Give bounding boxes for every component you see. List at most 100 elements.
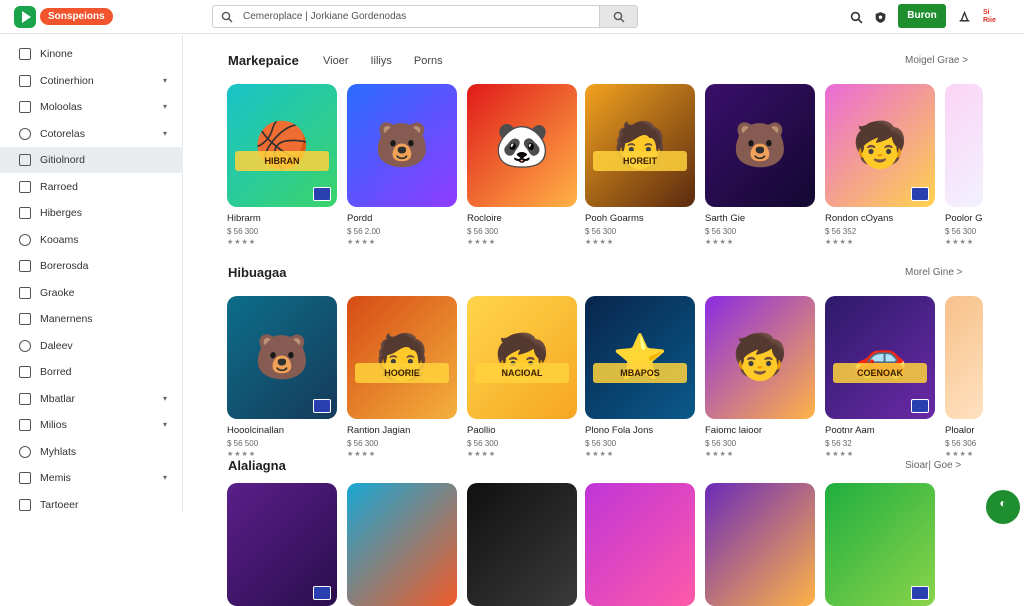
app-card[interactable]: 🧑 HOREIT Pooh Goarms $ 56 300 ★★★★: [585, 84, 695, 246]
sidebar-item[interactable]: Kinone: [0, 41, 183, 67]
sidebar-item[interactable]: Gitiolnord: [0, 147, 183, 173]
app-thumbnail[interactable]: 🐻: [705, 84, 815, 207]
app-card[interactable]: 🐼 Rocloire $ 56 300 ★★★★: [467, 84, 577, 246]
app-thumbnail[interactable]: 🧑 HOORIE: [347, 296, 457, 419]
app-card[interactable]: 🧒 Faiomc laioor $ 56 300 ★★★★: [705, 296, 815, 458]
floating-chat-button[interactable]: ◐: [986, 490, 1020, 524]
app-price: $ 56 2.00: [347, 227, 381, 236]
section-tab[interactable]: Porns: [414, 55, 443, 67]
app-card[interactable]: ⭐ MBAPOS Plono Fola Jons $ 56 300 ★★★★: [585, 296, 695, 458]
search-button[interactable]: [599, 6, 637, 27]
sidebar-item[interactable]: Cotorelas ▾: [0, 121, 183, 147]
app-name: Hooolcinallan: [227, 425, 285, 436]
app-thumbnail[interactable]: 🐻: [227, 296, 337, 419]
sidebar-item[interactable]: Memis ▾: [0, 465, 183, 491]
app-thumbnail[interactable]: 🧒 NACIOAL: [467, 296, 577, 419]
app-thumbnail[interactable]: [467, 483, 577, 606]
sidebar-item-icon: [19, 207, 31, 219]
app-thumbnail[interactable]: 🚗 COENOAK: [825, 296, 935, 419]
section-tab[interactable]: Vioer: [323, 55, 348, 67]
app-thumbnail[interactable]: 🏀 HIBRAN: [227, 84, 337, 207]
sidebar-item-icon: [19, 233, 31, 246]
sidebar-item-icon: [19, 366, 31, 378]
app-thumbnail[interactable]: [347, 483, 457, 606]
search-toggle-button[interactable]: [848, 9, 864, 25]
app-thumbnail[interactable]: 🐻: [347, 84, 457, 207]
app-thumbnail[interactable]: ⭐ MBAPOS: [585, 296, 695, 419]
app-name: Paollio: [467, 425, 496, 436]
app-thumbnail[interactable]: [825, 483, 935, 606]
brand-pill[interactable]: Sonspeions: [40, 8, 113, 25]
app-card[interactable]: Poolor Ga $ 56 300 ★★★★: [945, 84, 983, 246]
app-thumbnail[interactable]: 🧒: [825, 84, 935, 207]
primary-action-button[interactable]: Buron: [898, 4, 946, 28]
search-input[interactable]: [243, 8, 603, 25]
app-card[interactable]: [227, 483, 337, 606]
thumbnail-badge: [313, 399, 331, 413]
app-card[interactable]: 🏀 HIBRAN Hibrarm $ 56 300 ★★★★: [227, 84, 337, 246]
app-card[interactable]: Ploalor $ 56 306 ★★★★: [945, 296, 983, 458]
section-tab[interactable]: Iiliys: [370, 55, 391, 67]
sidebar-item-label: Gitiolnord: [40, 154, 85, 166]
app-card[interactable]: [705, 483, 815, 606]
app-card[interactable]: [585, 483, 695, 606]
app-card[interactable]: 🐻 Sarth Gie $ 56 300 ★★★★: [705, 84, 815, 246]
app-card[interactable]: [467, 483, 577, 606]
chevron-down-icon: ▾: [162, 473, 167, 482]
sidebar-item[interactable]: Rarroed: [0, 174, 183, 200]
app-price: $ 56 500: [227, 439, 259, 448]
app-price: $ 56 300: [585, 439, 617, 448]
sidebar-item-icon: [19, 286, 31, 299]
see-more-link[interactable]: Moigel Grae >: [905, 55, 968, 66]
app-card[interactable]: 🐻 Hooolcinallan $ 56 500 ★★★★: [227, 296, 337, 458]
sidebar-item[interactable]: Borerosda: [0, 253, 183, 279]
sidebar-item[interactable]: Cotinerhion ▾: [0, 68, 183, 94]
app-name: Rondon cOyans: [825, 213, 894, 224]
sidebar-item[interactable]: Graoke: [0, 280, 183, 306]
sidebar-item-icon: [19, 260, 31, 272]
sidebar-item[interactable]: Myhlats: [0, 439, 183, 465]
sidebar-item[interactable]: Daleev: [0, 333, 183, 359]
sidebar-item-label: Kooams: [40, 233, 79, 246]
app-name: Rocloire: [467, 213, 502, 224]
app-thumbnail[interactable]: 🧒: [705, 296, 815, 419]
search-bar[interactable]: [212, 5, 638, 28]
app-card[interactable]: 🧒 NACIOAL Paollio $ 56 300 ★★★★: [467, 296, 577, 458]
sidebar-item-label: Mbatlar: [40, 392, 76, 405]
app-rating: ★★★★: [825, 451, 855, 458]
section-title: Markepaice: [228, 53, 299, 68]
sidebar-item[interactable]: Milios ▾: [0, 412, 183, 438]
app-card[interactable]: [825, 483, 935, 606]
notification-button[interactable]: [956, 9, 972, 25]
app-thumbnail[interactable]: 🧑 HOREIT: [585, 84, 695, 207]
sidebar-item[interactable]: Kooams: [0, 227, 183, 253]
sidebar-item[interactable]: Borred: [0, 359, 183, 385]
app-thumbnail[interactable]: [705, 483, 815, 606]
shield-button[interactable]: [872, 9, 888, 25]
chevron-down-icon: ▾: [162, 75, 167, 85]
sidebar-item[interactable]: Hiberges: [0, 200, 183, 226]
sidebar-item-label: Hiberges: [40, 207, 83, 219]
sidebar-item-label: Manernens: [40, 313, 93, 325]
sidebar-item[interactable]: Mbatlar ▾: [0, 386, 183, 412]
app-card[interactable]: 🚗 COENOAK Pootnr Aam $ 56 32 ★★★★: [825, 296, 935, 458]
app-thumbnail[interactable]: [945, 84, 983, 207]
sidebar-item-icon: [19, 127, 31, 140]
app-card[interactable]: 🧑 HOORIE Rantion Jagian $ 56 300 ★★★★: [347, 296, 457, 458]
app-name: Sarth Gie: [705, 213, 746, 224]
region-flag-label[interactable]: Si Riie: [983, 9, 996, 25]
app-card[interactable]: 🐻 Pordd $ 56 2.00 ★★★★: [347, 84, 457, 246]
app-card[interactable]: 🧒 Rondon cOyans $ 56 352 ★★★★: [825, 84, 935, 246]
app-thumbnail[interactable]: [227, 483, 337, 606]
app-name: Faiomc laioor: [705, 425, 763, 436]
app-thumbnail[interactable]: [945, 296, 983, 419]
app-thumbnail[interactable]: [585, 483, 695, 606]
sidebar-item[interactable]: Manernens: [0, 306, 183, 332]
sidebar-item[interactable]: Moloolas ▾: [0, 94, 183, 120]
app-thumbnail[interactable]: 🐼: [467, 84, 577, 207]
see-more-link[interactable]: Sioar| Goe >: [905, 460, 961, 471]
sidebar-item[interactable]: Tartoeer: [0, 492, 183, 518]
app-card[interactable]: [347, 483, 457, 606]
see-more-link[interactable]: Morel Gine >: [905, 267, 963, 278]
app-logo[interactable]: [14, 6, 36, 28]
